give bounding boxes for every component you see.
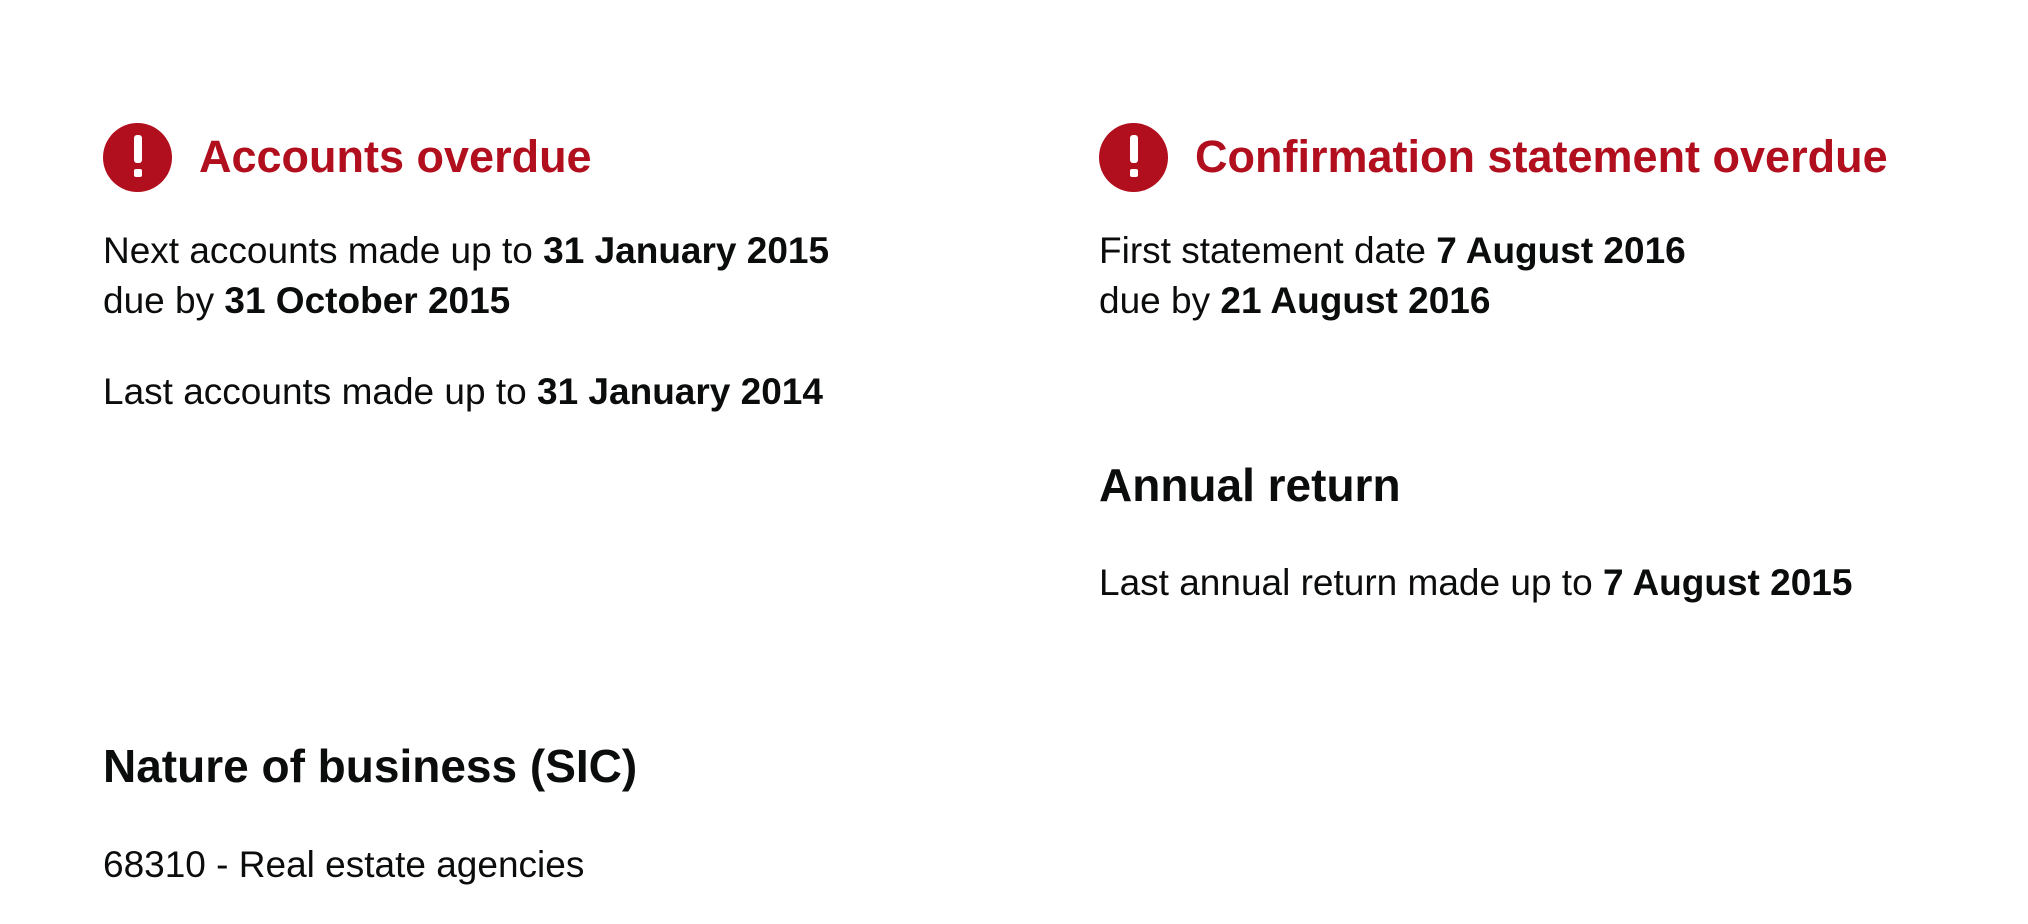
last-annual-return-date: 7 August 2015 [1602, 562, 1853, 603]
last-accounts-line: Last accounts made up to 31 January 2014 [103, 367, 823, 417]
first-statement-label: First statement date [1099, 230, 1426, 271]
exclamation-icon [103, 122, 172, 192]
confirmation-overdue-title: Confirmation statement overdue [1195, 131, 1888, 182]
accounts-due-line: due by 31 October 2015 [103, 276, 510, 326]
last-annual-return-label: Last annual return made up to [1099, 562, 1593, 603]
first-statement-line: First statement date 7 August 2016 [1099, 226, 1686, 276]
accounts-due-label: due by [103, 280, 215, 321]
last-accounts-date: 31 January 2014 [537, 371, 823, 412]
nature-of-business-heading: Nature of business (SIC) [103, 740, 638, 792]
last-annual-return-line: Last annual return made up to 7 August 2… [1099, 558, 1852, 608]
next-accounts-line: Next accounts made up to 31 January 2015 [103, 226, 829, 276]
accounts-overdue-title: Accounts overdue [199, 131, 592, 182]
confirmation-due-line: due by 21 August 2016 [1099, 276, 1490, 326]
confirmation-due-label: due by [1099, 280, 1211, 321]
sic-item: 68310 - Real estate agencies [103, 844, 585, 885]
confirmation-due-date: 21 August 2016 [1220, 280, 1491, 321]
next-accounts-date: 31 January 2015 [543, 230, 830, 271]
accounts-overdue-heading: Accounts overdue [103, 122, 592, 192]
exclamation-icon [1099, 122, 1168, 192]
accounts-due-date: 31 October 2015 [224, 280, 511, 321]
confirmation-overdue-heading: Confirmation statement overdue [1099, 122, 1888, 192]
next-accounts-label: Next accounts made up to [103, 230, 533, 271]
first-statement-date: 7 August 2016 [1436, 230, 1686, 271]
annual-return-heading: Annual return [1099, 459, 1401, 511]
last-accounts-label: Last accounts made up to [103, 371, 527, 412]
